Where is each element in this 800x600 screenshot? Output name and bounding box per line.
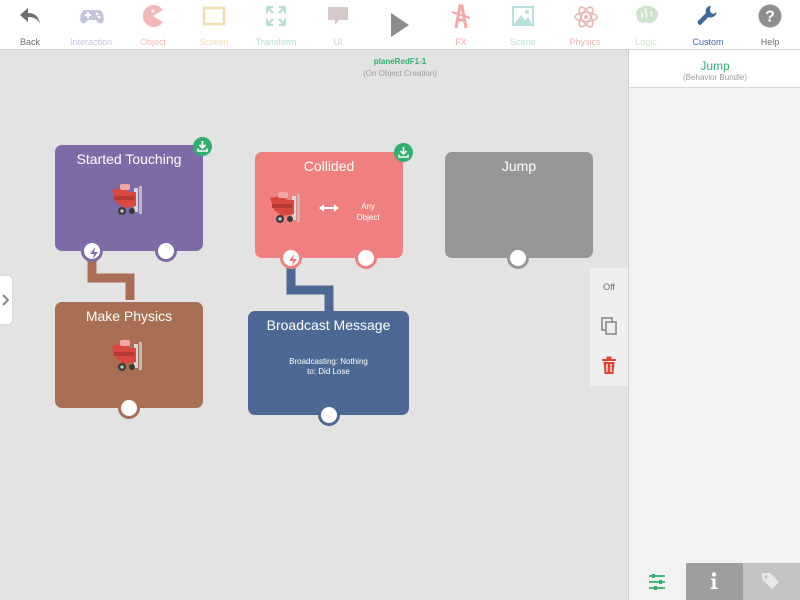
help-label: Help — [760, 37, 780, 47]
jump-block[interactable]: Jump — [445, 152, 593, 258]
custom-button[interactable]: Custom — [678, 0, 738, 50]
download-icon[interactable] — [193, 137, 212, 156]
lightning-icon — [289, 254, 297, 266]
tab-settings[interactable] — [629, 563, 686, 600]
trigger-port[interactable] — [81, 240, 103, 262]
lightning-icon — [90, 247, 98, 259]
left-drawer-handle[interactable] — [0, 276, 12, 324]
panel-subtitle: (Behavior Bundle) — [682, 73, 748, 82]
started-touching-title: Started Touching — [76, 151, 182, 167]
download-icon[interactable] — [394, 143, 413, 162]
properties-panel: Jump (Behavior Bundle) — [628, 50, 800, 600]
tag-icon — [762, 573, 779, 589]
output-port[interactable] — [118, 397, 140, 419]
output-port[interactable] — [318, 404, 340, 426]
broadcast-title: Broadcast Message — [266, 317, 391, 333]
svg-text:?: ? — [765, 9, 775, 26]
block-tools: Off — [590, 268, 628, 386]
make-physics-title: Make Physics — [85, 308, 173, 324]
broadcast-message-info: Broadcasting: Nothing — [289, 357, 368, 366]
collision-target-label: Any Object — [356, 202, 380, 222]
connection-wires — [87, 258, 334, 312]
output-port[interactable] — [355, 247, 377, 269]
plane-icon — [266, 190, 310, 231]
output-port[interactable] — [507, 247, 529, 269]
help-icon: ? — [758, 4, 782, 28]
chevron-right-icon — [2, 294, 10, 306]
jump-title: Jump — [501, 158, 537, 174]
tab-info[interactable] — [686, 563, 743, 600]
collided-title: Collided — [303, 158, 355, 174]
panel-title: Jump — [700, 59, 730, 73]
output-port[interactable] — [155, 240, 177, 262]
sliders-icon — [649, 574, 665, 590]
custom-label: Custom — [692, 37, 724, 47]
help-button[interactable]: ? Help — [740, 0, 800, 50]
copy-icon[interactable] — [601, 317, 617, 335]
broadcast-message-block[interactable]: Broadcast Message Broadcasting: Nothing … — [248, 311, 409, 415]
wrench-icon — [697, 6, 717, 26]
info-icon — [710, 572, 718, 589]
toggle-off-button[interactable]: Off — [590, 282, 628, 292]
broadcast-target-info: to: Did Lose — [307, 367, 350, 376]
trash-icon[interactable] — [601, 356, 617, 375]
trigger-port[interactable] — [280, 247, 302, 269]
double-arrow-icon — [319, 204, 339, 212]
tab-tags[interactable] — [743, 563, 800, 600]
panel-header: Jump (Behavior Bundle) — [629, 50, 800, 88]
brain-icon — [636, 5, 659, 24]
plane-icon — [108, 338, 152, 379]
plane-icon — [108, 182, 152, 223]
